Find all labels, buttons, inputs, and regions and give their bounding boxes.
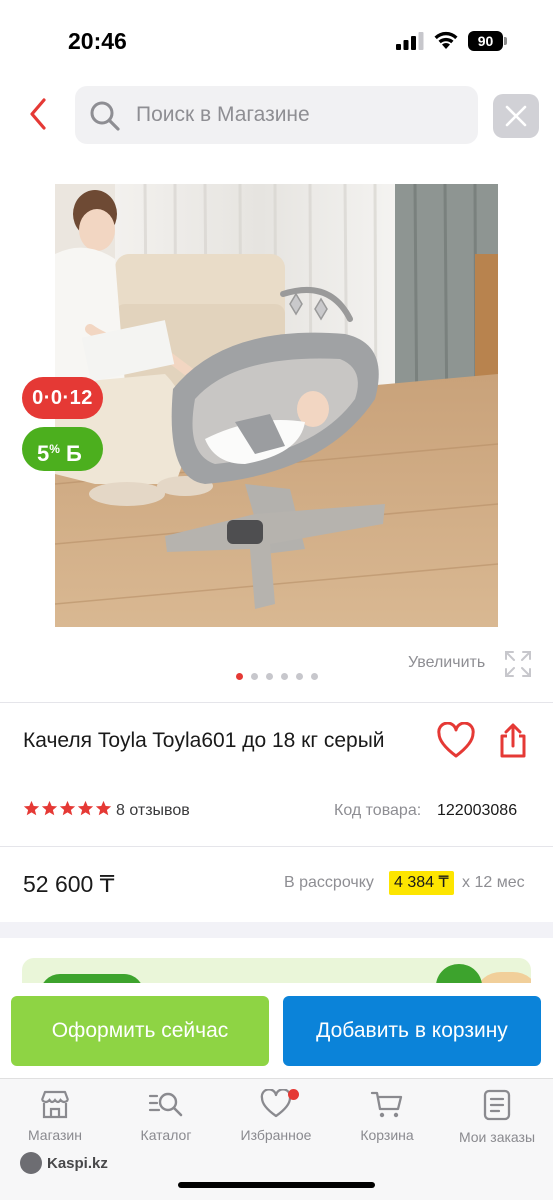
cart-icon <box>370 1091 403 1118</box>
bonus-badge: 5% Б <box>22 427 103 471</box>
star-icon <box>41 800 58 816</box>
product-code: 122003086 <box>437 802 518 819</box>
section-separator <box>0 922 553 938</box>
orders-icon <box>483 1089 511 1121</box>
tab-label: Каталог <box>140 1127 192 1143</box>
bonus-percent-sign: % <box>49 442 60 456</box>
baby-swing-photo <box>55 184 498 627</box>
add-to-cart-button[interactable]: Добавить в корзину <box>283 996 541 1066</box>
share-icon[interactable] <box>496 722 530 760</box>
action-bar: Оформить сейчас Добавить в корзину <box>0 983 553 1078</box>
installment-term: х 12 мес <box>462 874 525 891</box>
product-image[interactable] <box>55 184 498 627</box>
pagination-dot[interactable] <box>281 673 288 680</box>
tab-store[interactable]: Магазин <box>0 1089 110 1149</box>
notification-dot <box>288 1089 299 1100</box>
pagination-dot[interactable] <box>266 673 273 680</box>
favorite-heart-icon[interactable] <box>436 722 476 760</box>
pagination-dot[interactable] <box>311 673 318 680</box>
bonus-percent: 5 <box>37 441 50 466</box>
enlarge-label[interactable]: Увеличить <box>408 654 485 672</box>
installment-label: В рассрочку <box>284 874 374 891</box>
star-icon <box>95 800 112 816</box>
battery-icon: 90 <box>468 31 508 51</box>
product-code-label: Код товара: <box>334 802 422 819</box>
status-time: 20:46 <box>68 28 127 54</box>
installment-amount: 4 384 ₸ <box>389 871 454 895</box>
rating-stars <box>23 800 112 817</box>
status-bar: 20:46 90 <box>0 0 553 80</box>
search-icon <box>90 101 120 131</box>
close-icon <box>505 105 527 127</box>
divider <box>0 702 553 703</box>
tab-label: Избранное <box>240 1127 312 1143</box>
tab-cart[interactable]: Корзина <box>332 1089 442 1149</box>
bonus-currency: Б <box>66 441 82 466</box>
reviews-link[interactable]: 8 отзывов <box>116 802 190 820</box>
store-icon <box>40 1090 70 1119</box>
clear-search-button[interactable] <box>493 94 539 138</box>
star-icon <box>77 800 94 816</box>
divider <box>0 846 553 847</box>
star-icon <box>23 800 40 816</box>
search-placeholder: Поиск в Магазине <box>136 103 310 126</box>
checkout-now-button[interactable]: Оформить сейчас <box>11 996 269 1066</box>
expand-icon[interactable] <box>504 650 532 678</box>
tab-label: Корзина <box>360 1127 414 1143</box>
pagination-dot[interactable] <box>236 673 243 680</box>
tab-favorites[interactable]: Избранное <box>221 1089 331 1149</box>
home-indicator[interactable] <box>178 1182 375 1188</box>
kaspi-logo: Kaspi.kz <box>20 1152 108 1174</box>
catalog-search-icon <box>148 1092 183 1117</box>
pagination-dot[interactable] <box>296 673 303 680</box>
battery-level: 90 <box>468 31 503 51</box>
star-icon <box>59 800 76 816</box>
search-input[interactable]: Поиск в Магазине <box>75 86 478 144</box>
product-price: 52 600 ₸ <box>23 871 115 897</box>
wifi-icon <box>434 31 458 49</box>
installment-badge: 0·0·12 <box>22 377 103 419</box>
tab-label: Мои заказы <box>458 1129 536 1145</box>
tab-orders[interactable]: Мои заказы <box>442 1089 552 1149</box>
back-button[interactable] <box>22 94 58 134</box>
product-title: Качеля Toyla Toyla601 до 18 кг серый <box>23 729 385 752</box>
chevron-left-icon <box>30 98 46 130</box>
kaspi-logo-mark <box>20 1152 42 1174</box>
cellular-signal-icon <box>396 32 424 50</box>
gallery-pagination[interactable] <box>236 673 318 681</box>
tab-catalog[interactable]: Каталог <box>111 1089 221 1149</box>
tab-label: Магазин <box>27 1127 82 1143</box>
kaspi-logo-text: Kaspi.kz <box>47 1154 108 1172</box>
pagination-dot[interactable] <box>251 673 258 680</box>
